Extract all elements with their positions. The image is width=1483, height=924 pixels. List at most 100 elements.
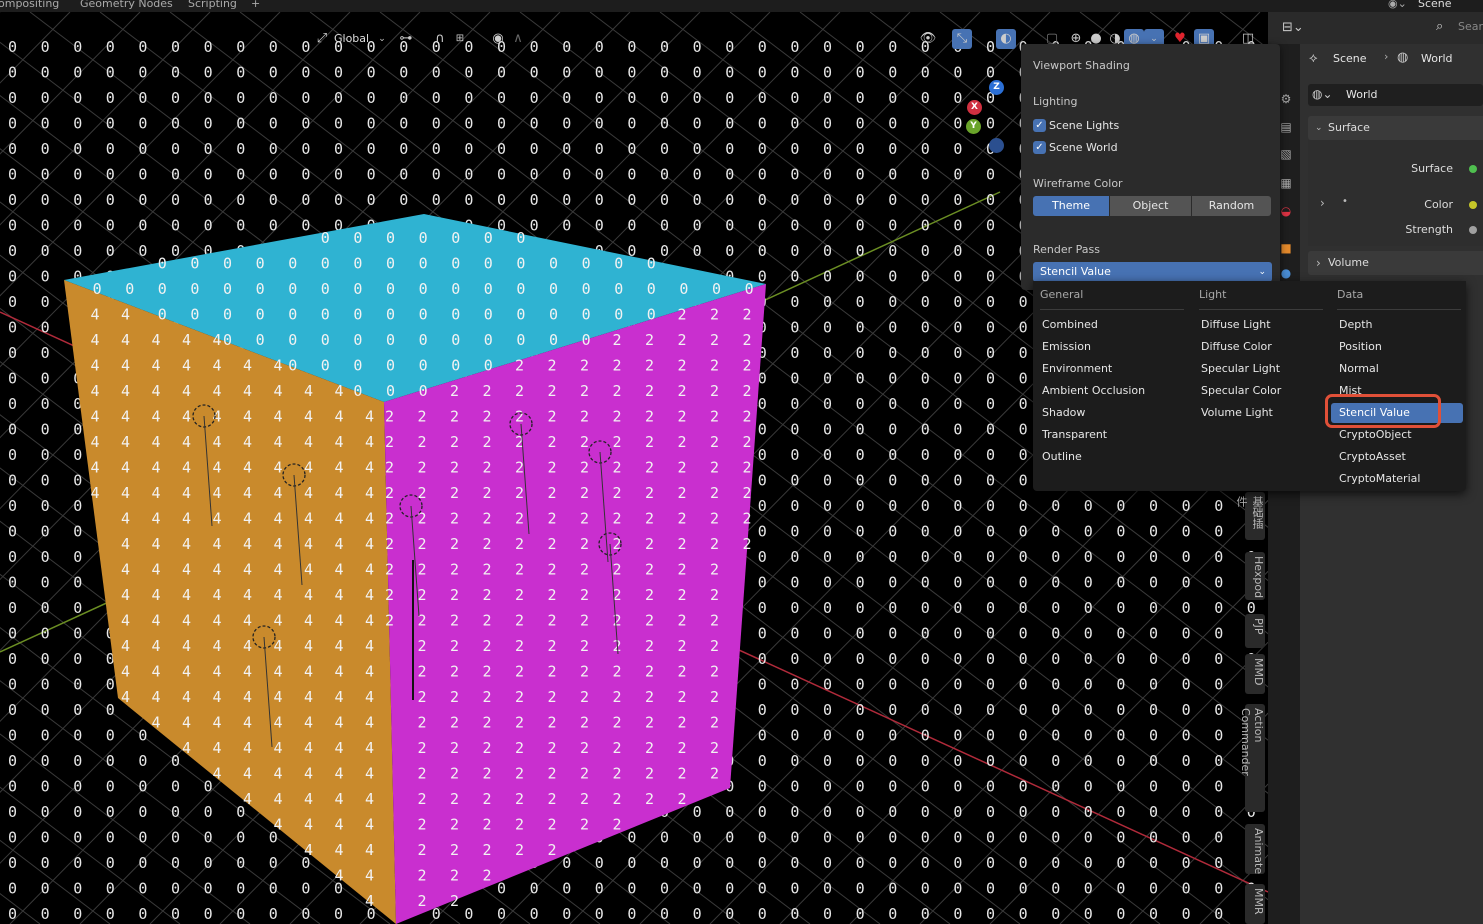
svg-text:0: 0 (204, 905, 213, 923)
menu-item-emission[interactable]: Emission (1034, 337, 1182, 357)
menu-item-outline[interactable]: Outline (1034, 447, 1182, 467)
scene-selector[interactable]: ◉⌄ Scene (1380, 0, 1483, 12)
float-socket-icon[interactable] (1469, 226, 1477, 234)
svg-text:0: 0 (823, 574, 832, 592)
tab-compositing[interactable]: ompositing (0, 0, 59, 10)
sidebar-tab-hexpod[interactable]: Hexpod (1245, 552, 1265, 600)
scene-world-label[interactable]: Scene World (1049, 141, 1118, 154)
volume-panel-header[interactable]: › Volume (1308, 251, 1483, 275)
svg-text:0: 0 (1019, 523, 1028, 541)
color-label: Color (1424, 198, 1453, 211)
menu-item-normal[interactable]: Normal (1331, 359, 1463, 379)
svg-text:0: 0 (464, 89, 473, 107)
menu-item-specular-color[interactable]: Specular Color (1193, 381, 1323, 401)
scene-world-checkbox[interactable]: ✓ (1033, 141, 1046, 154)
svg-text:0: 0 (953, 217, 962, 235)
add-workspace-button[interactable]: + (251, 0, 260, 10)
sidebar-tab-pjp[interactable]: PJP (1245, 614, 1265, 648)
svg-text:4: 4 (243, 765, 252, 783)
menu-item-position[interactable]: Position (1331, 337, 1463, 357)
orientation-select[interactable]: Global (334, 29, 369, 49)
svg-text:4: 4 (182, 382, 191, 400)
sidebar-tab-basic-addons[interactable]: 基础插件 (1235, 492, 1265, 540)
svg-text:0: 0 (921, 268, 930, 286)
scene-tab-icon[interactable]: ◒ (1279, 204, 1293, 218)
sidebar-tab-mmr[interactable]: MMR (1245, 884, 1265, 924)
menu-item-diffuse-light[interactable]: Diffuse Light (1193, 315, 1323, 335)
svg-text:0: 0 (41, 625, 50, 643)
menu-item-ambient-occlusion[interactable]: Ambient Occlusion (1034, 381, 1182, 401)
world-browse-icon[interactable]: ◍⌄ (1312, 87, 1333, 101)
wireframe-random-option[interactable]: Random (1192, 196, 1271, 216)
wireframe-object-option[interactable]: Object (1110, 196, 1191, 216)
gizmo-x-axis[interactable]: X (967, 100, 982, 115)
svg-text:4: 4 (335, 739, 344, 757)
svg-text:4: 4 (152, 331, 161, 349)
render-tab-icon[interactable]: ▤ (1279, 120, 1293, 134)
editor-type-icon[interactable]: ⊟⌄ (1282, 20, 1304, 35)
tab-scripting[interactable]: Scripting (188, 0, 237, 10)
svg-text:4: 4 (243, 714, 252, 732)
menu-item-specular-light[interactable]: Specular Light (1193, 359, 1323, 379)
menu-item-cryptomaterial[interactable]: CryptoMaterial (1331, 469, 1463, 489)
svg-text:0: 0 (8, 472, 17, 490)
world-tab-icon[interactable]: ■ (1279, 241, 1293, 255)
surface-panel-header[interactable]: ⌄ Surface (1308, 116, 1483, 140)
wireframe-theme-option[interactable]: Theme (1033, 196, 1109, 216)
svg-text:0: 0 (921, 854, 930, 872)
breadcrumb-scene[interactable]: Scene (1333, 52, 1367, 65)
render-pass-select[interactable]: Stencil Value ⌄ (1033, 262, 1272, 282)
svg-text:0: 0 (823, 293, 832, 311)
gizmo-neg-z-axis[interactable] (989, 138, 1004, 153)
menu-item-depth[interactable]: Depth (1331, 315, 1463, 335)
svg-text:4: 4 (243, 637, 252, 655)
snap-target-icon[interactable]: ⊞ (450, 29, 470, 49)
svg-text:0: 0 (419, 255, 428, 273)
menu-item-cryptoobject[interactable]: CryptoObject (1331, 425, 1463, 445)
overlays-icon[interactable]: ◐ (996, 29, 1016, 49)
sidebar-tab-action-commander[interactable]: Action Commander (1239, 704, 1265, 812)
svg-text:0: 0 (171, 166, 180, 184)
breadcrumb-world[interactable]: World (1421, 52, 1453, 65)
sidebar-tab-animate[interactable]: Animate (1245, 824, 1265, 874)
svg-text:4: 4 (152, 637, 161, 655)
svg-text:0: 0 (921, 344, 930, 362)
gizmo-toggle-icon[interactable]: ⤡ (952, 29, 972, 49)
scene-lights-label[interactable]: Scene Lights (1049, 119, 1119, 132)
world-name[interactable]: World (1346, 88, 1378, 101)
svg-text:0: 0 (1084, 880, 1093, 898)
magnet-icon[interactable]: ∩ (430, 29, 450, 49)
sidebar-tab-mmd[interactable]: MMD (1245, 654, 1265, 694)
svg-text:0: 0 (73, 523, 82, 541)
pivot-icon[interactable]: ⊶ (396, 29, 416, 49)
chevron-right-icon[interactable]: › (1320, 196, 1325, 210)
menu-item-diffuse-color[interactable]: Diffuse Color (1193, 337, 1323, 357)
svg-text:0: 0 (419, 280, 428, 298)
scene-lights-checkbox[interactable]: ✓ (1033, 119, 1046, 132)
svg-text:0: 0 (790, 140, 799, 158)
proportional-edit-icon[interactable]: ◉ (488, 29, 508, 49)
color-socket-icon[interactable] (1469, 201, 1477, 209)
shader-socket-icon[interactable] (1469, 165, 1477, 173)
menu-item-transparent[interactable]: Transparent (1034, 425, 1182, 445)
tool-tab-icon[interactable]: ⚙ (1279, 92, 1293, 106)
gizmo-z-axis[interactable]: Z (989, 80, 1004, 95)
gizmo-y-axis[interactable]: Y (966, 119, 981, 134)
svg-text:4: 4 (274, 688, 283, 706)
menu-item-volume-light[interactable]: Volume Light (1193, 403, 1323, 423)
tab-geometry-nodes[interactable]: Geometry Nodes (80, 0, 173, 10)
menu-item-shadow[interactable]: Shadow (1034, 403, 1182, 423)
object-tab-icon[interactable]: ● (1279, 266, 1293, 280)
world-datablock-field[interactable]: ◍⌄ World (1308, 84, 1483, 106)
svg-text:2: 2 (450, 637, 459, 655)
output-tab-icon[interactable]: ▧ (1279, 147, 1293, 161)
svg-text:0: 0 (1051, 676, 1060, 694)
menu-item-combined[interactable]: Combined (1034, 315, 1182, 335)
visibility-icon[interactable]: 👁 (918, 29, 938, 49)
view-layer-tab-icon[interactable]: ▦ (1279, 176, 1293, 190)
search-input[interactable]: Sear (1458, 20, 1483, 33)
svg-text:0: 0 (1051, 727, 1060, 745)
menu-item-cryptoasset[interactable]: CryptoAsset (1331, 447, 1463, 467)
menu-item-environment[interactable]: Environment (1034, 359, 1182, 379)
svg-text:4: 4 (274, 484, 283, 502)
